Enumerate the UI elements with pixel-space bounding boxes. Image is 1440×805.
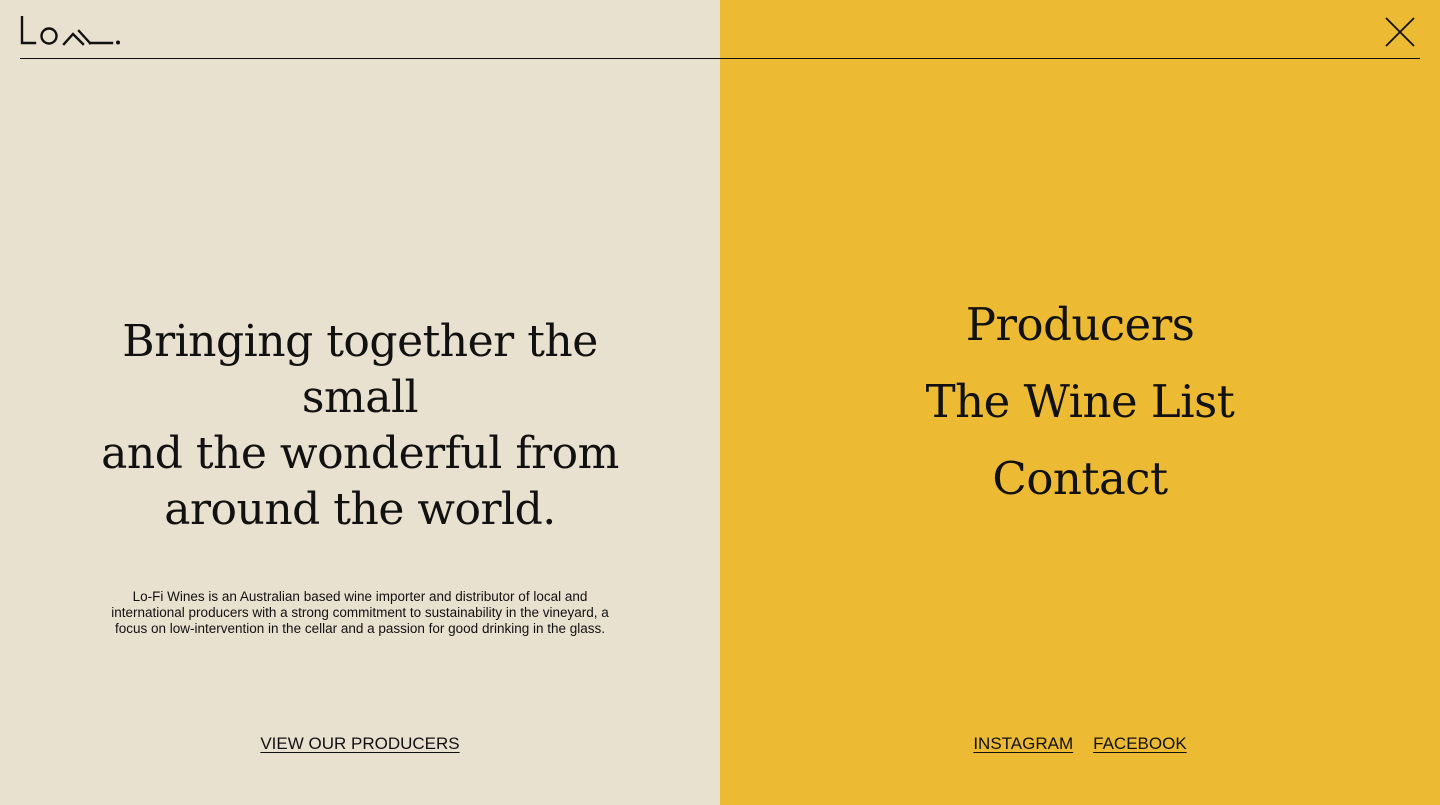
nav-item-contact: Contact [720,440,1440,517]
nav-item-wine-list: The Wine List [720,363,1440,440]
close-menu-button[interactable] [1384,16,1416,48]
nav-item-producers: Producers [720,286,1440,363]
lo-fi-wordmark-logo[interactable] [20,15,122,46]
nav-link-contact[interactable]: Contact [992,452,1168,505]
social-links: INSTAGRAM FACEBOOK [720,733,1440,755]
facebook-link[interactable]: FACEBOOK [1093,734,1187,753]
close-icon [1385,17,1415,47]
tagline-line: around the world. [164,484,556,535]
nav-link-producers[interactable]: Producers [966,298,1195,351]
tagline-line: and the wonderful from [101,428,619,479]
tagline-line: Bringing together the small [122,316,598,423]
nav-link-wine-list[interactable]: The Wine List [926,375,1235,428]
hero-tagline: Bringing together the small and the wond… [60,314,660,538]
intro-paragraph: Lo-Fi Wines is an Australian based wine … [111,589,609,636]
lo-fi-logo-icon [20,15,120,46]
instagram-link[interactable]: INSTAGRAM [973,734,1073,753]
main-nav: Producers The Wine List Contact [720,286,1440,517]
header-divider [20,58,1420,59]
view-producers-link[interactable]: VIEW OUR PRODUCERS [260,734,459,753]
cta-container: VIEW OUR PRODUCERS [0,733,720,755]
